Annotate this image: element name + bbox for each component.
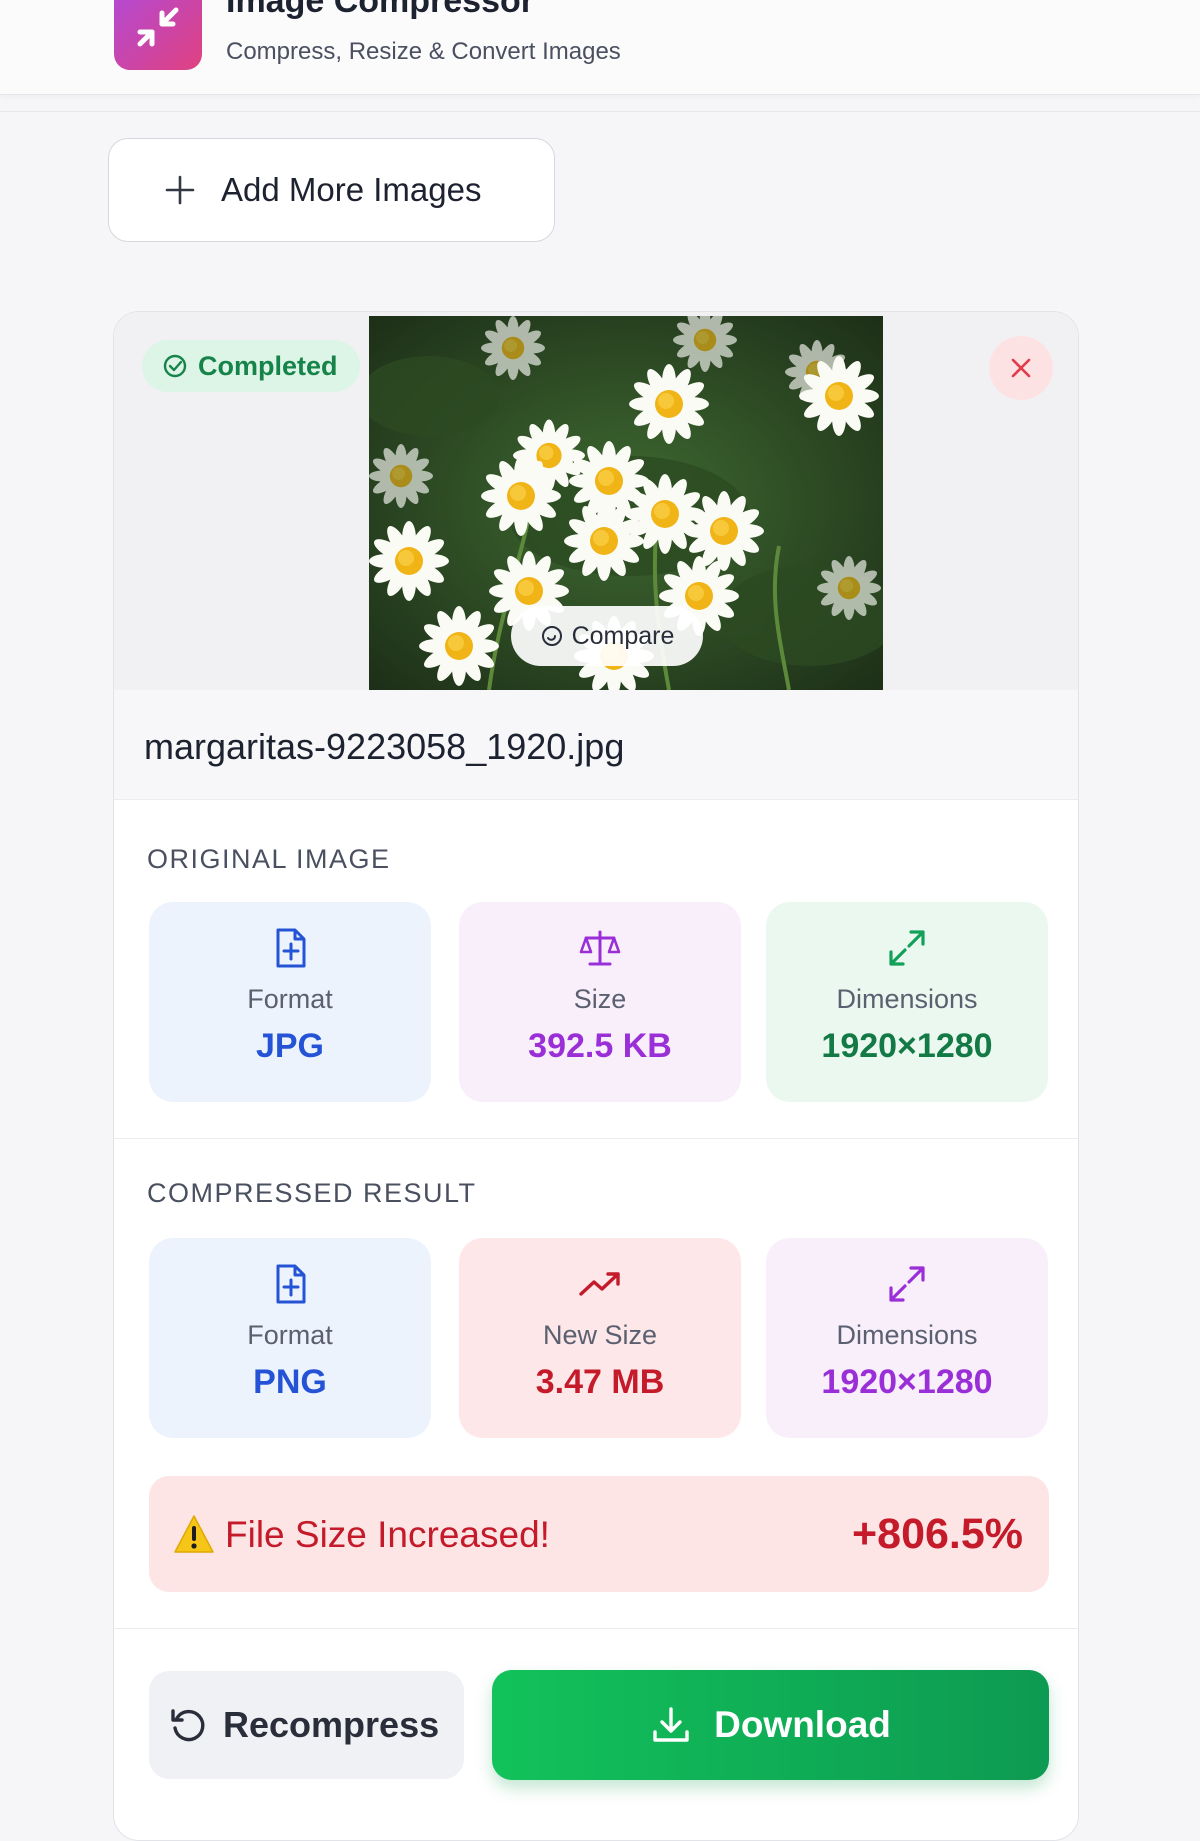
compressed-format-tile: Format PNG	[149, 1238, 431, 1438]
status-badge-label: Completed	[198, 350, 338, 381]
expand-icon	[889, 930, 925, 966]
remove-image-button[interactable]	[989, 336, 1053, 400]
download-icon	[653, 1707, 689, 1742]
trending-up-icon	[579, 1272, 620, 1296]
compressed-section-title: COMPRESSED RESULT	[147, 1178, 477, 1208]
original-size-value: 392.5 KB	[528, 1027, 672, 1065]
check-circle-icon	[163, 354, 187, 378]
section-divider	[114, 1138, 1078, 1139]
compressed-format-value: PNG	[253, 1363, 327, 1401]
close-icon	[1011, 358, 1031, 378]
app-subtitle: Compress, Resize & Convert Images	[226, 38, 621, 65]
warning-icon	[174, 1515, 214, 1553]
original-dimensions-value: 1920×1280	[821, 1027, 993, 1065]
original-size-label: Size	[573, 984, 627, 1014]
download-label: Download	[714, 1704, 891, 1745]
download-button[interactable]: Download	[492, 1670, 1049, 1780]
divider	[0, 111, 1200, 112]
original-format-value: JPG	[255, 1027, 325, 1065]
preview-area: Completed Compare	[114, 312, 1078, 690]
compressed-format-label: Format	[247, 1320, 333, 1350]
original-format-tile: Format JPG	[149, 902, 431, 1102]
actions-divider	[114, 1628, 1078, 1629]
plus-icon	[165, 175, 195, 205]
recompress-label: Recompress	[223, 1704, 440, 1745]
compressed-size-value: 3.47 MB	[535, 1363, 665, 1401]
original-dimensions-label: Dimensions	[836, 984, 978, 1014]
warning-message: File Size Increased!	[225, 1514, 550, 1555]
compressed-dimensions-label: Dimensions	[836, 1320, 978, 1350]
app-title: Image Compressor	[226, 0, 534, 20]
recompress-button[interactable]: Recompress	[149, 1671, 464, 1779]
compress-arrows-icon	[114, 0, 202, 70]
refresh-icon	[171, 1709, 205, 1742]
image-result-card: Completed Compare margaritas-9223058_192…	[113, 311, 1079, 1841]
scale-icon	[579, 930, 621, 966]
original-section-title: ORIGINAL IMAGE	[147, 844, 391, 874]
filename-row: margaritas-9223058_1920.jpg	[114, 690, 1078, 800]
original-size-tile: Size 392.5 KB	[459, 902, 741, 1102]
compressed-size-tile: New Size 3.47 MB	[459, 1238, 741, 1438]
app-header: Image Compressor Compress, Resize & Conv…	[0, 0, 1200, 95]
add-more-images-button[interactable]: Add More Images	[108, 138, 555, 242]
compare-icon	[541, 626, 562, 646]
file-icon	[276, 1264, 306, 1304]
original-dimensions-tile: Dimensions 1920×1280	[766, 902, 1048, 1102]
compare-label: Compare	[571, 621, 675, 650]
file-name: margaritas-9223058_1920.jpg	[144, 726, 625, 767]
original-format-label: Format	[247, 984, 333, 1014]
compare-button[interactable]: Compare	[511, 606, 703, 666]
add-more-images-label: Add More Images	[221, 171, 482, 208]
file-icon	[276, 928, 306, 968]
compressed-dimensions-value: 1920×1280	[821, 1363, 993, 1401]
size-warning-banner: File Size Increased! +806.5%	[149, 1476, 1049, 1592]
compressed-dimensions-tile: Dimensions 1920×1280	[766, 1238, 1048, 1438]
status-badge: Completed	[142, 340, 360, 392]
size-change-percent: +806.5%	[852, 1510, 1023, 1558]
expand-icon	[889, 1266, 925, 1302]
compressed-size-label: New Size	[542, 1320, 658, 1350]
